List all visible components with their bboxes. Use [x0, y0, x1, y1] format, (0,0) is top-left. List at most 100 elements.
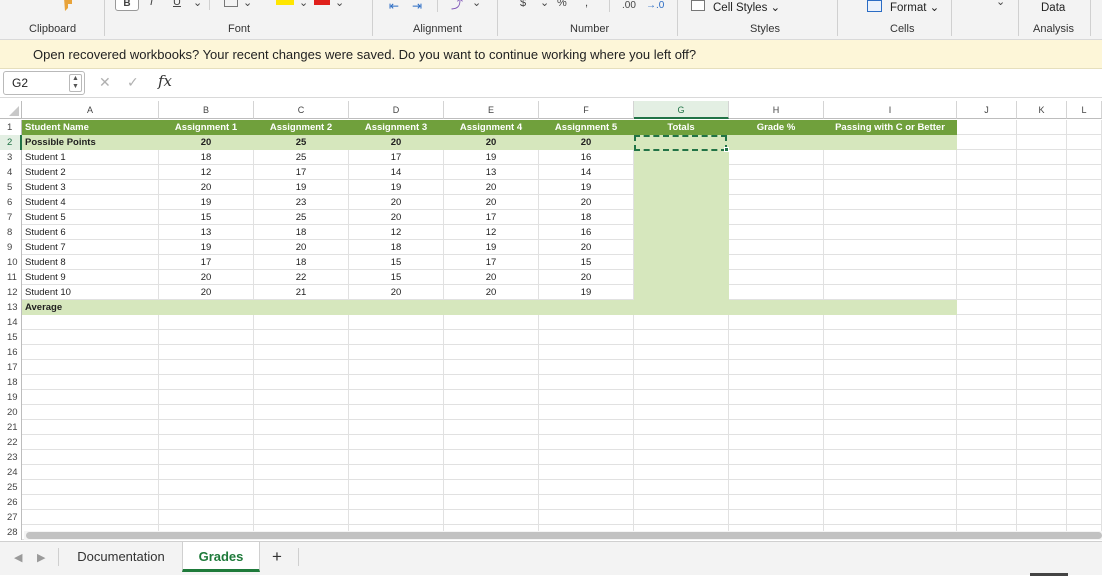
borders-icon[interactable] — [224, 0, 238, 7]
name-box-stepper-icon[interactable]: ▲ ▼ — [69, 74, 82, 92]
cell[interactable] — [539, 495, 634, 510]
cell[interactable] — [1067, 210, 1102, 225]
cell[interactable] — [1067, 300, 1102, 315]
cell[interactable] — [729, 510, 824, 525]
cell[interactable] — [824, 165, 957, 180]
row-header[interactable]: 24 — [0, 465, 22, 480]
column-header-i[interactable]: I — [824, 101, 957, 119]
cell[interactable] — [254, 480, 349, 495]
cell[interactable] — [824, 480, 957, 495]
cell[interactable] — [254, 330, 349, 345]
decrease-decimal-button[interactable]: →.0 — [646, 0, 664, 12]
cell[interactable] — [1067, 375, 1102, 390]
chevron-down-icon[interactable]: ⌄ — [335, 0, 344, 9]
cell[interactable] — [957, 480, 1017, 495]
add-sheet-button[interactable]: + — [272, 547, 282, 567]
cell[interactable] — [1017, 285, 1067, 300]
cell[interactable] — [957, 240, 1017, 255]
cell[interactable] — [824, 495, 957, 510]
cell[interactable] — [957, 420, 1017, 435]
cell[interactable] — [22, 465, 159, 480]
cell[interactable] — [444, 345, 539, 360]
cell[interactable] — [634, 345, 729, 360]
cell[interactable] — [634, 375, 729, 390]
cell[interactable] — [957, 405, 1017, 420]
cell[interactable] — [22, 315, 159, 330]
cell[interactable] — [634, 465, 729, 480]
cell[interactable] — [729, 420, 824, 435]
cell[interactable] — [729, 150, 824, 165]
cell[interactable] — [1067, 225, 1102, 240]
row-header[interactable]: 14 — [0, 315, 22, 330]
cell[interactable] — [824, 465, 957, 480]
cell[interactable] — [729, 405, 824, 420]
cell[interactable] — [444, 330, 539, 345]
cell[interactable] — [634, 270, 729, 285]
cell[interactable] — [349, 510, 444, 525]
cell[interactable] — [957, 495, 1017, 510]
row-header[interactable]: 18 — [0, 375, 22, 390]
font-color-icon[interactable] — [314, 0, 330, 5]
cell[interactable] — [254, 405, 349, 420]
cell[interactable] — [634, 390, 729, 405]
cell[interactable] — [634, 480, 729, 495]
italic-button[interactable]: I — [150, 0, 153, 8]
row-header[interactable]: 9 — [0, 240, 22, 255]
cell[interactable] — [1067, 120, 1102, 135]
cell[interactable] — [1067, 195, 1102, 210]
cell[interactable] — [349, 450, 444, 465]
cell[interactable] — [1067, 480, 1102, 495]
cell[interactable] — [539, 465, 634, 480]
cell[interactable] — [634, 330, 729, 345]
cell[interactable] — [349, 435, 444, 450]
cell[interactable] — [1067, 255, 1102, 270]
cell[interactable] — [1017, 300, 1067, 315]
cell[interactable] — [634, 225, 729, 240]
cell[interactable] — [824, 225, 957, 240]
cell[interactable] — [634, 195, 729, 210]
cell[interactable] — [159, 300, 254, 315]
cell[interactable] — [1017, 375, 1067, 390]
cell[interactable] — [444, 510, 539, 525]
cell[interactable] — [1067, 285, 1102, 300]
cell[interactable] — [1017, 120, 1067, 135]
chevron-down-icon[interactable]: ⌄ — [243, 0, 252, 9]
cell[interactable] — [1067, 465, 1102, 480]
cell[interactable] — [349, 315, 444, 330]
cell[interactable] — [957, 195, 1017, 210]
row-header[interactable]: 20 — [0, 405, 22, 420]
cell[interactable] — [22, 360, 159, 375]
row-header[interactable]: 16 — [0, 345, 22, 360]
cell[interactable] — [634, 180, 729, 195]
column-header-a[interactable]: A — [22, 101, 159, 119]
previous-sheet-icon[interactable]: ◀ — [14, 551, 22, 564]
cell[interactable] — [444, 390, 539, 405]
cell[interactable] — [444, 375, 539, 390]
cell[interactable] — [957, 165, 1017, 180]
cell[interactable] — [1017, 315, 1067, 330]
cell[interactable] — [634, 285, 729, 300]
cell[interactable] — [729, 315, 824, 330]
cell[interactable] — [957, 360, 1017, 375]
highlight-color-icon[interactable] — [276, 0, 294, 5]
cell[interactable] — [254, 345, 349, 360]
cell[interactable] — [159, 405, 254, 420]
cell[interactable] — [824, 135, 957, 150]
cell[interactable] — [1017, 150, 1067, 165]
cell[interactable] — [1017, 255, 1067, 270]
cell[interactable] — [1067, 390, 1102, 405]
cell[interactable] — [824, 195, 957, 210]
cell[interactable] — [1067, 330, 1102, 345]
cell[interactable] — [159, 465, 254, 480]
cell[interactable] — [159, 495, 254, 510]
cell[interactable] — [254, 375, 349, 390]
cell[interactable] — [634, 450, 729, 465]
cell[interactable] — [729, 210, 824, 225]
tab-grades[interactable]: Grades — [182, 542, 260, 572]
cell[interactable] — [159, 345, 254, 360]
cell[interactable] — [1017, 210, 1067, 225]
row-header[interactable]: 21 — [0, 420, 22, 435]
cell[interactable] — [159, 480, 254, 495]
cell[interactable] — [634, 150, 729, 165]
cell[interactable] — [957, 465, 1017, 480]
